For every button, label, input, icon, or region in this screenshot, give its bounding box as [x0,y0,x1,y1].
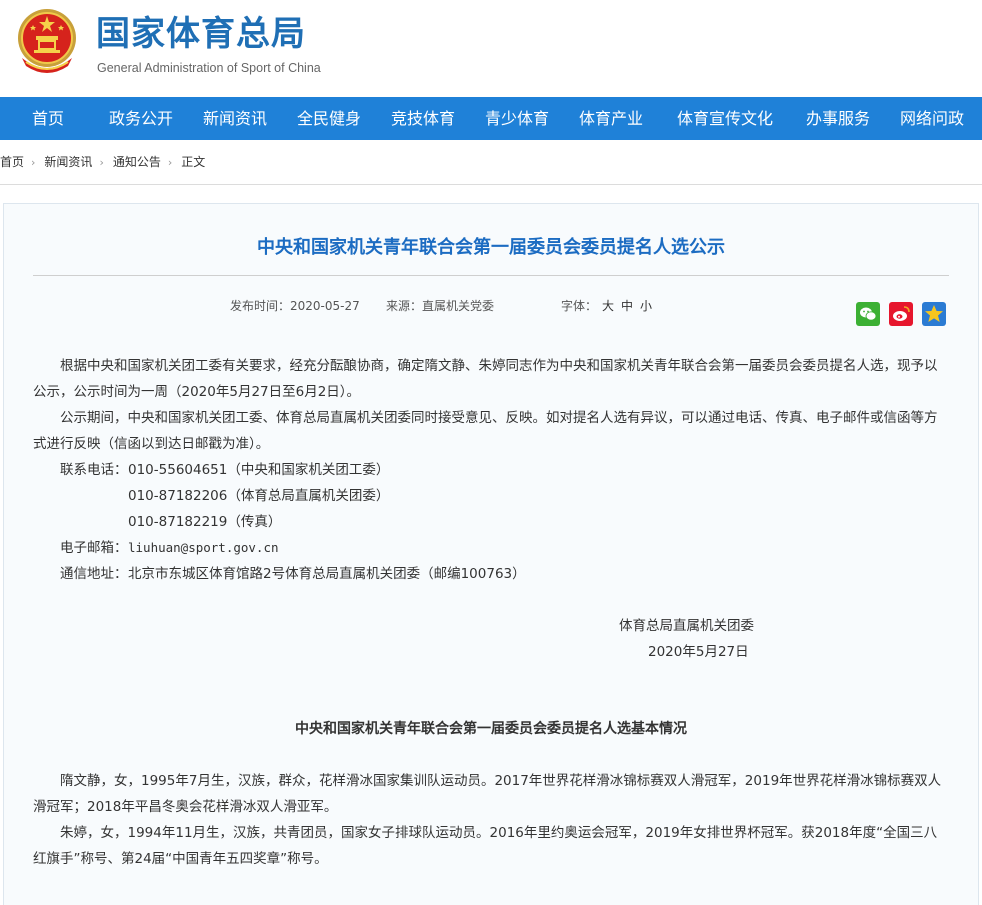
chevron-right-icon: › [167,156,173,169]
email-address[interactable]: liuhuan@sport.gov.cn [128,535,279,561]
publish-date: 发布时间：2020-05-27 [230,299,360,313]
email-label: 电子邮箱： [60,540,128,556]
font-size-label: 字体： [561,299,598,313]
weibo-icon[interactable] [889,302,913,326]
breadcrumb-news[interactable]: 新闻资讯 [44,155,92,169]
phone-number: 010-87182206（体育总局直属机关团委） [128,488,390,504]
chevron-right-icon: › [99,156,104,169]
favorite-icon[interactable] [922,302,946,326]
chevron-right-icon: › [31,156,36,169]
mailing-address: 北京市东城区体育馆路2号体育总局直属机关团委（邮编100763） [128,566,526,582]
font-size-large-button[interactable]: 大 [602,298,614,314]
nav-youth[interactable]: 青少体育 [485,97,549,140]
article-source: 来源：直属机关党委 [386,299,495,313]
nav-inquiry[interactable]: 网络问政 [900,97,964,140]
nav-home[interactable]: 首页 [32,97,64,140]
nav-government[interactable]: 政务公开 [109,97,173,140]
wechat-icon[interactable] [856,302,880,326]
signature: 体育总局直属机关团委 [619,618,754,634]
nav-news[interactable]: 新闻资讯 [203,97,267,140]
divider [33,275,949,276]
divider [0,184,982,185]
bio-paragraph: 朱婷，女，1994年11月生，汉族，共青团员，国家女子排球队运动员。2016年里… [33,825,938,867]
breadcrumb-current: 正文 [181,155,206,169]
site-name[interactable]: 国家体育总局 [96,14,306,54]
bio-paragraph: 隋文静，女，1995年7月生，汉族，群众，花样滑冰国家集训队运动员。2017年世… [33,773,942,815]
nav-culture[interactable]: 体育宣传文化 [677,97,773,140]
site-name-english: General Administration of Sport of China [97,61,321,75]
nav-competitive[interactable]: 竞技体育 [391,97,455,140]
section-title: 中央和国家机关青年联合会第一届委员会委员提名人选基本情况 [295,721,687,737]
font-size-small-button[interactable]: 小 [640,298,652,314]
phone-number: 010-55604651（中央和国家机关团工委） [128,462,390,478]
nav-services[interactable]: 办事服务 [806,97,870,140]
address-label: 通信地址： [60,566,128,582]
signature-date: 2020年5月27日 [648,644,749,660]
nav-industry[interactable]: 体育产业 [579,97,643,140]
breadcrumb-notices[interactable]: 通知公告 [113,155,161,169]
font-size-medium-button[interactable]: 中 [621,298,633,314]
national-emblem-icon [14,6,80,76]
fax-number: 010-87182219（传真） [128,514,282,530]
breadcrumb-home[interactable]: 首页 [0,155,24,169]
article-paragraph: 根据中央和国家机关团工委有关要求，经充分酝酿协商，确定隋文静、朱婷同志作为中央和… [33,358,938,400]
nav-fitness[interactable]: 全民健身 [297,97,361,140]
site-header: 国家体育总局 General Administration of Sport o… [0,0,982,97]
article-paragraph: 公示期间，中央和国家机关团工委、体育总局直属机关团委同时接受意见、反映。如对提名… [33,410,938,452]
article-title: 中央和国家机关青年联合会第一届委员会委员提名人选公示 [257,237,725,258]
main-nav: 首页 政务公开 新闻资讯 全民健身 竞技体育 青少体育 体育产业 体育宣传文化 … [0,97,982,140]
breadcrumb: 首页 › 新闻资讯 › 通知公告 › 正文 [0,152,205,172]
phone-label: 联系电话： [60,462,128,478]
